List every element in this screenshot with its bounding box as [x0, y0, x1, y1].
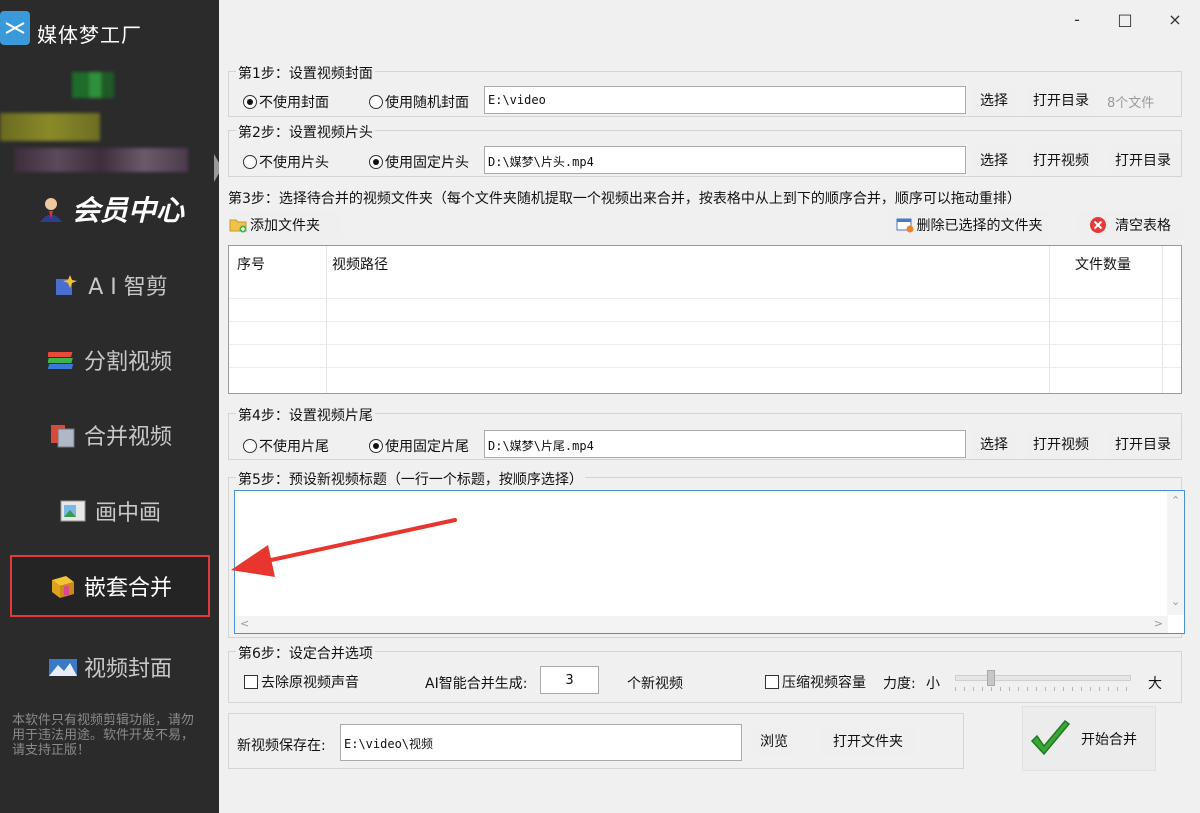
annotation-arrow [231, 518, 457, 577]
